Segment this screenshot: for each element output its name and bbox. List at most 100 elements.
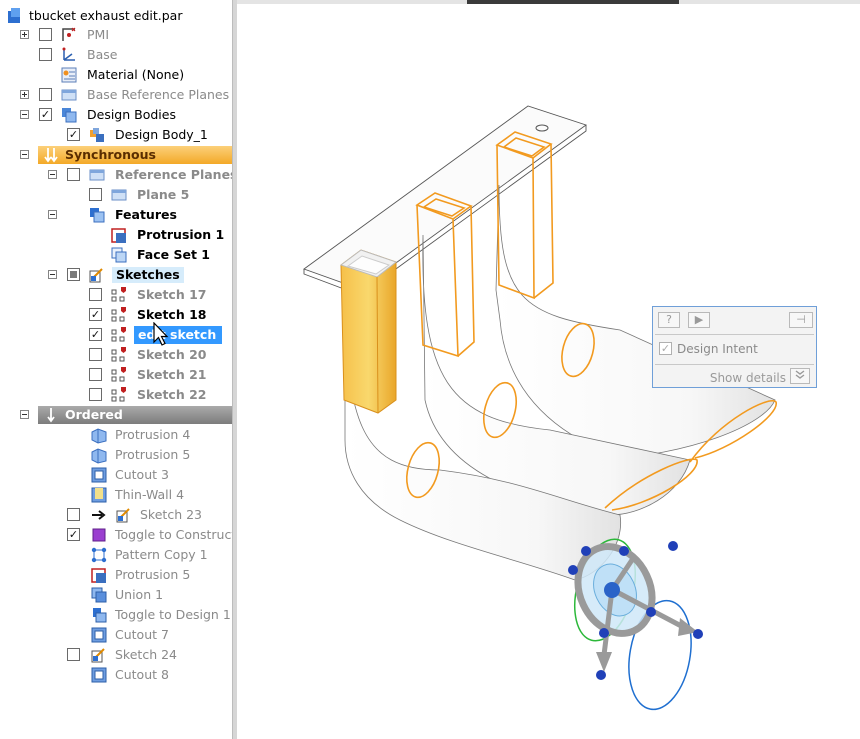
tree-item-label: Design Bodies [87,107,176,122]
expand-toggle[interactable] [20,30,29,39]
checkbox[interactable] [67,508,80,521]
sketch-icon [116,508,130,523]
tree-item-sketch-21[interactable]: Sketch 21 [0,365,232,385]
tree-item-protrusion-5b[interactable]: Protrusion 5 [0,565,232,585]
tree-item-cutout-7[interactable]: Cutout 7 [0,625,232,645]
tree-item-sketch-20[interactable]: Sketch 20 [0,345,232,365]
checkbox-checked[interactable]: ✓ [39,108,52,121]
tree-item-pmi[interactable]: PMI [0,25,232,45]
expand-details-button[interactable] [790,368,810,384]
tree-item-sketches[interactable]: Sketches [0,265,232,285]
tree-root-row[interactable]: tbucket exhaust edit.par [0,6,232,26]
tree-item-toggle-to-construct[interactable]: ✓ Toggle to Construct [0,525,232,545]
tree-item-label: Features [115,207,177,222]
checkbox[interactable] [89,368,102,381]
collapse-toggle[interactable] [20,410,29,419]
tree-item-label: Reference Planes [115,167,232,182]
double-chevron-down-icon [795,370,805,379]
checkbox-checked[interactable]: ✓ [67,128,80,141]
tree-item-union-1[interactable]: Union 1 [0,585,232,605]
checkbox[interactable] [89,188,102,201]
checkbox-checked[interactable]: ✓ [89,328,102,341]
cutout-icon [91,627,107,643]
steering-wheel-handle[interactable] [564,533,703,715]
tree-item-label: Cutout 3 [115,467,169,482]
tree-item-pattern-copy-1[interactable]: Pattern Copy 1 [0,545,232,565]
tree-item-label: Plane 5 [137,187,190,202]
tree-item-label: Protrusion 1 [137,227,225,242]
tree-item-toggle-to-design-1[interactable]: Toggle to Design 1 [0,605,232,625]
tree-item-label: Sketch 20 [137,347,207,362]
tree-section-ordered[interactable]: Ordered [0,405,232,425]
tree-item-label: Base [87,47,118,62]
checkbox-partial[interactable] [67,268,80,281]
play-button[interactable]: ▶ [688,312,710,328]
protrusion-icon [111,228,126,243]
checkbox-checked[interactable]: ✓ [89,308,102,321]
pmi-icon [62,27,76,41]
tree-item-cutout-3[interactable]: Cutout 3 [0,465,232,485]
tree-item-base-reference-planes[interactable]: Base Reference Planes [0,85,232,105]
collapse-toggle[interactable] [48,270,57,279]
checkbox[interactable] [89,388,102,401]
tree-item-thin-wall-4[interactable]: Thin-Wall 4 [0,485,232,505]
rename-edit-field[interactable]: edit sketch [134,326,223,344]
collapse-toggle[interactable] [20,110,29,119]
synchronous-icon [44,148,58,163]
tree-item-sketch-18[interactable]: ✓ Sketch 18 [0,305,232,325]
sketch-icon [111,287,126,302]
tree-item-features[interactable]: Features [0,205,232,225]
tree-item-design-bodies[interactable]: ✓ Design Bodies [0,105,232,125]
coordinate-system-icon [62,47,75,61]
checkbox[interactable] [67,648,80,661]
tree-section-synchronous[interactable]: Synchronous [0,145,232,165]
tree-item-sketch-17[interactable]: Sketch 17 [0,285,232,305]
checkbox[interactable] [89,348,102,361]
tree-item-sketch-24[interactable]: Sketch 24 [0,645,232,665]
tree-item-label: Face Set 1 [137,247,210,262]
design-intent-checkbox[interactable]: ✓ [659,342,672,355]
checkbox[interactable] [39,28,52,41]
collapse-toggle[interactable] [20,150,29,159]
tree-item-protrusion-5[interactable]: Protrusion 5 [0,445,232,465]
mouse-pointer-icon [153,322,169,346]
tree-item-label: Toggle to Construct [115,527,232,542]
reference-planes-icon [89,169,105,181]
collapse-toggle[interactable] [48,170,57,179]
pin-button[interactable]: ⊣ [789,312,813,328]
checkbox-checked[interactable]: ✓ [67,528,80,541]
checkbox[interactable] [39,48,52,61]
tree-item-edit-sketch[interactable]: ✓ edit sketch [0,325,232,345]
checkbox[interactable] [89,288,102,301]
sketch-icon [111,367,126,382]
tree-item-protrusion-1[interactable]: Protrusion 1 [0,225,232,245]
tree-item-sketch-22[interactable]: Sketch 22 [0,385,232,405]
tree-item-design-body-1[interactable]: ✓ Design Body_1 [0,125,232,145]
tree-item-label: Sketch 24 [115,647,177,662]
tree-item-plane-5[interactable]: Plane 5 [0,185,232,205]
tree-item-label: Base Reference Planes [87,87,230,102]
graphics-window[interactable]: ? ▶ ⊣ ✓ Design Intent Show details [237,0,860,739]
tree-item-label: Union 1 [115,587,164,602]
tree-item-label: Thin-Wall 4 [115,487,185,502]
sketch-icon [111,327,126,342]
tree-item-label: Sketch 21 [137,367,207,382]
tube-left-selected[interactable] [339,249,398,414]
tree-item-label: Sketch 23 [140,507,202,522]
tree-item-cutout-8[interactable]: Cutout 8 [0,665,232,685]
expand-toggle[interactable] [20,90,29,99]
design-bodies-icon [62,108,77,123]
show-details-link[interactable]: Show details [710,371,786,385]
checkbox[interactable] [67,168,80,181]
tree-item-face-set-1[interactable]: Face Set 1 [0,245,232,265]
collapse-toggle[interactable] [48,210,57,219]
help-button[interactable]: ? [658,312,680,328]
checkbox[interactable] [39,88,52,101]
tree-item-material[interactable]: Material (None) [0,65,232,85]
tree-item-base[interactable]: Base [0,45,232,65]
tree-item-label: Cutout 8 [115,667,169,682]
tree-item-sketch-23[interactable]: Sketch 23 [0,505,232,525]
tree-item-protrusion-4[interactable]: Protrusion 4 [0,425,232,445]
sketch-icon [91,648,105,663]
tree-item-reference-planes[interactable]: Reference Planes [0,165,232,185]
